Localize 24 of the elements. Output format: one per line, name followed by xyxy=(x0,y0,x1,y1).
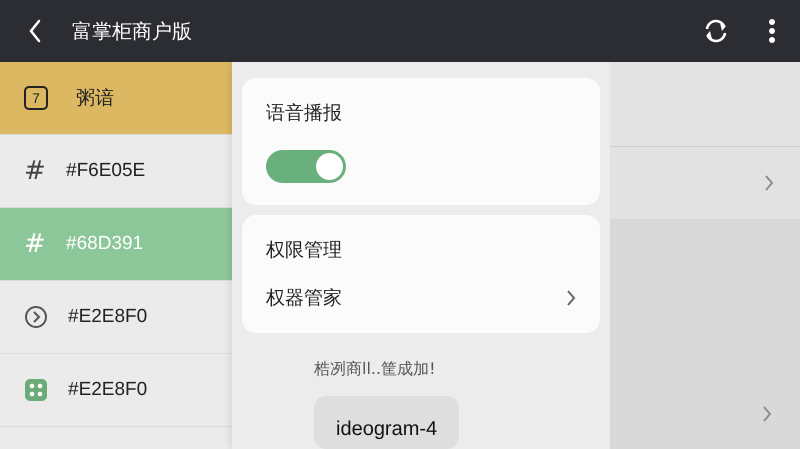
permission-row[interactable]: 权器管家 xyxy=(266,285,576,311)
back-icon[interactable] xyxy=(28,19,42,43)
app-title: 富掌柜商户版 xyxy=(72,18,192,44)
hash-icon: # xyxy=(24,156,48,186)
chevron-icon xyxy=(566,289,576,307)
sidebar-item[interactable]: 7 粥谙 xyxy=(0,62,232,135)
status-note: 梏冽商ll..筐成加! xyxy=(314,359,436,380)
more-icon[interactable] xyxy=(768,18,776,44)
action-button[interactable]: ideogram-4 xyxy=(314,396,460,449)
hash-icon: # xyxy=(24,229,48,259)
chevron-icon[interactable] xyxy=(764,174,774,192)
sidebar-item[interactable]: #E2E8F0 xyxy=(0,354,232,427)
number-badge-icon: 7 xyxy=(24,86,48,110)
chevron-icon[interactable] xyxy=(762,405,772,423)
circle-chevron-icon xyxy=(24,305,48,329)
item-label: #E2E8F0 xyxy=(68,306,148,328)
item-label: #F6E05E xyxy=(66,160,146,182)
card-title: 权限管理 xyxy=(266,238,343,263)
voice-toggle[interactable] xyxy=(266,150,346,183)
item-label: #68D391 xyxy=(66,233,144,255)
item-label: 粥谙 xyxy=(76,87,114,111)
item-label: #E2E8F0 xyxy=(68,379,148,401)
card-title: 语音播报 xyxy=(266,101,343,126)
dice-icon xyxy=(24,378,48,402)
